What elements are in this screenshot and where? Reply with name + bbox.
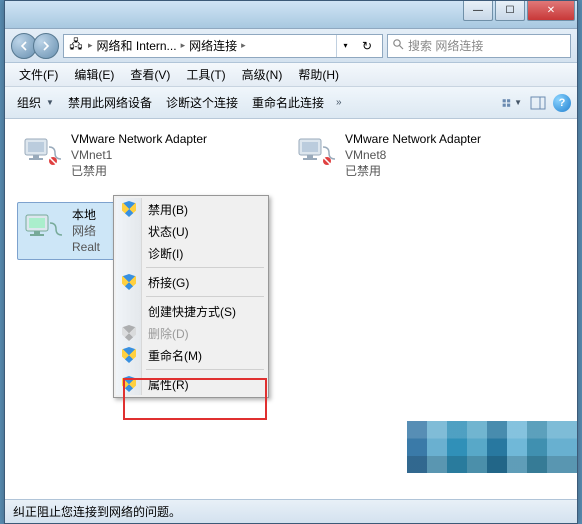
search-input[interactable]: 搜索 网络连接 <box>387 34 571 58</box>
adapter-icon <box>22 207 66 247</box>
overflow-chevron-icon[interactable]: » <box>332 97 346 108</box>
network-icon: 🖧 <box>68 38 84 54</box>
maximize-button[interactable]: ☐ <box>495 1 525 21</box>
nav-buttons <box>11 33 59 59</box>
help-button[interactable]: ? <box>553 94 571 112</box>
chevron-right-icon: ▸ <box>179 40 188 51</box>
ctx-label: 状态(U) <box>148 223 189 240</box>
organize-button[interactable]: 组织 ▼ <box>11 91 60 114</box>
toolbar: 组织 ▼ 禁用此网络设备 诊断这个连接 重命名此连接 » ▼ ? <box>5 87 577 119</box>
menu-tools[interactable]: 工具(T) <box>178 64 233 85</box>
view-options-button[interactable]: ▼ <box>501 92 523 114</box>
ctx-rename[interactable]: 重命名(M) <box>116 344 266 366</box>
status-bar: 纠正阻止您连接到网络的问题。 <box>5 499 577 523</box>
menu-file[interactable]: 文件(F) <box>11 64 66 85</box>
ctx-label: 重命名(M) <box>148 347 202 364</box>
organize-label: 组织 <box>17 94 41 111</box>
adapter-vmnet1[interactable]: VMware Network Adapter VMnet1 已禁用 <box>17 127 267 184</box>
ctx-delete: 删除(D) <box>116 322 266 344</box>
shield-icon <box>120 346 138 364</box>
search-placeholder: 搜索 网络连接 <box>408 37 483 54</box>
ctx-properties[interactable]: 属性(R) <box>116 373 266 395</box>
ctx-bridge[interactable]: 桥接(G) <box>116 271 266 293</box>
ctx-label: 桥接(G) <box>148 274 189 291</box>
chevron-right-icon: ▸ <box>86 40 95 51</box>
address-bar: 🖧 ▸ 网络和 Intern... ▸ 网络连接 ▸ ▾ ↻ 搜索 网络连接 <box>5 29 577 63</box>
ctx-label: 创建快捷方式(S) <box>148 303 236 320</box>
rename-connection-button[interactable]: 重命名此连接 <box>246 91 330 114</box>
shield-icon <box>120 375 138 393</box>
adapter-vmnet8[interactable]: VMware Network Adapter VMnet8 已禁用 <box>291 127 541 184</box>
menu-advanced[interactable]: 高级(N) <box>234 64 291 85</box>
adapter-status: 已禁用 <box>71 163 207 179</box>
titlebar: — ☐ ✕ <box>5 1 577 29</box>
ctx-status[interactable]: 状态(U) <box>116 220 266 242</box>
menu-view[interactable]: 查看(V) <box>122 64 178 85</box>
ctx-label: 禁用(B) <box>148 201 188 218</box>
ctx-label: 诊断(I) <box>148 245 183 262</box>
breadcrumb-item[interactable]: 网络和 Intern... <box>97 37 177 54</box>
chevron-down-icon: ▼ <box>514 98 522 107</box>
minimize-button[interactable]: — <box>463 1 493 21</box>
breadcrumb-dropdown[interactable]: ▾ <box>336 35 354 57</box>
adapter-name: 本地 <box>72 207 100 223</box>
preview-pane-button[interactable] <box>527 92 549 114</box>
separator <box>146 369 264 370</box>
breadcrumb-item[interactable]: 网络连接 <box>189 37 237 54</box>
search-icon <box>392 38 404 53</box>
adapter-sub: 网络 <box>72 223 100 239</box>
menubar: 文件(F) 编辑(E) 查看(V) 工具(T) 高级(N) 帮助(H) <box>5 63 577 87</box>
refresh-button[interactable]: ↻ <box>356 39 378 53</box>
ctx-create-shortcut[interactable]: 创建快捷方式(S) <box>116 300 266 322</box>
ctx-label: 属性(R) <box>148 376 189 393</box>
ctx-disable[interactable]: 禁用(B) <box>116 198 266 220</box>
content-pane: VMware Network Adapter VMnet1 已禁用 VMware… <box>5 119 577 499</box>
diagnose-button[interactable]: 诊断这个连接 <box>160 91 244 114</box>
close-button[interactable]: ✕ <box>527 1 575 21</box>
shield-icon <box>120 200 138 218</box>
ctx-diagnose[interactable]: 诊断(I) <box>116 242 266 264</box>
menu-help[interactable]: 帮助(H) <box>290 64 347 85</box>
shield-icon <box>120 273 138 291</box>
adapter-detail: Realt <box>72 239 100 255</box>
ctx-label: 删除(D) <box>148 325 189 342</box>
separator <box>146 296 264 297</box>
menu-edit[interactable]: 编辑(E) <box>66 64 122 85</box>
chevron-right-icon: ▸ <box>239 40 248 51</box>
disable-device-button[interactable]: 禁用此网络设备 <box>62 91 158 114</box>
status-text: 纠正阻止您连接到网络的问题。 <box>13 503 181 520</box>
adapter-sub: VMnet8 <box>345 147 481 163</box>
separator <box>146 267 264 268</box>
censored-region <box>407 421 577 473</box>
forward-button[interactable] <box>33 33 59 59</box>
context-menu: 禁用(B) 状态(U) 诊断(I) 桥接(G) 创建快捷方式(S) 删除(D) … <box>113 195 269 398</box>
adapter-icon <box>21 131 65 171</box>
adapter-status: 已禁用 <box>345 163 481 179</box>
explorer-window: — ☐ ✕ 🖧 ▸ 网络和 Intern... ▸ 网络连接 ▸ ▾ ↻ <box>4 0 578 524</box>
adapter-name: VMware Network Adapter <box>71 131 207 147</box>
breadcrumb[interactable]: 🖧 ▸ 网络和 Intern... ▸ 网络连接 ▸ ▾ ↻ <box>63 34 383 58</box>
adapter-name: VMware Network Adapter <box>345 131 481 147</box>
chevron-down-icon: ▼ <box>46 98 54 107</box>
shield-icon <box>120 324 138 342</box>
adapter-sub: VMnet1 <box>71 147 207 163</box>
adapter-icon <box>295 131 339 171</box>
